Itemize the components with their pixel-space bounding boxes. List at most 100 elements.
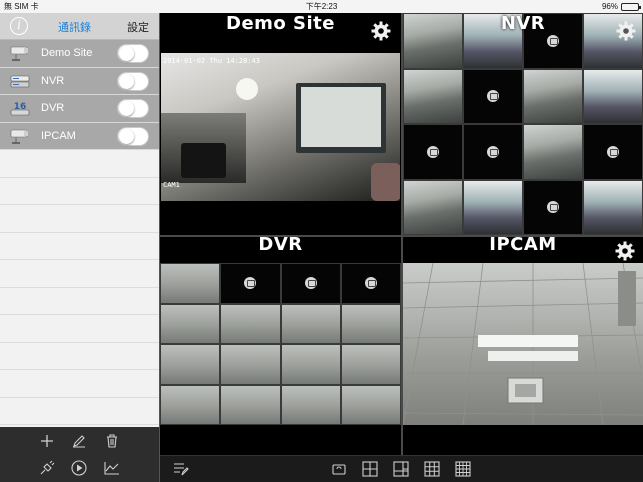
info-icon[interactable]: i [10,17,28,35]
battery-indicator: 96% [601,0,641,13]
empty-row [0,288,159,315]
device-toggle[interactable] [117,126,149,146]
camera-thumbnail[interactable] [340,384,401,425]
satellite-icon[interactable] [38,459,56,477]
camera-thumbnail[interactable] [220,303,281,344]
battery-percent: 96% [601,2,618,11]
no-video-icon [487,90,499,103]
layout-toolbar [160,455,643,482]
device-row-nvr[interactable]: NVR [0,67,159,95]
no-video-icon [244,277,257,290]
add-icon[interactable] [38,432,56,450]
tab-contacts[interactable]: 通訊錄 [58,19,91,35]
camera-thumbnail[interactable] [523,68,583,124]
dvr-16-icon: 16 [10,102,30,116]
camera-thumbnail[interactable] [463,179,523,235]
layout-4x4-icon[interactable] [454,460,472,478]
empty-row [0,315,159,343]
empty-row [0,260,159,288]
play-icon[interactable] [70,459,88,477]
device-row-demo-site[interactable]: Demo Site [0,40,159,68]
camera-thumbnail[interactable] [280,344,341,385]
device-toggle[interactable] [117,44,149,63]
trash-icon[interactable] [103,432,121,450]
status-bar: 無 SIM 卡 下午2:23 96% [0,0,643,13]
svg-text:16: 16 [14,102,27,112]
camera-thumbnail[interactable] [403,68,463,124]
no-video-icon [427,145,439,158]
device-label: Demo Site [41,47,93,59]
camera-icon [10,129,28,144]
layout-3x3-icon[interactable] [423,460,441,478]
device-toggle[interactable] [117,71,149,91]
device-row-dvr[interactable]: 16 DVR [0,95,159,123]
camera-thumbnail[interactable] [280,384,341,425]
camera-thumbnail[interactable] [280,303,341,344]
empty-row [0,370,159,398]
camera-feed-demo-site[interactable]: 2014-01-02 Thu 14:28:43 CAM1 [161,53,400,201]
empty-row [0,178,159,205]
no-video-icon [547,34,559,47]
camera-thumbnail[interactable] [220,384,281,425]
panel-title: Demo Site [226,13,335,34]
camera-thumbnail[interactable] [280,263,341,304]
empty-row [0,343,159,370]
device-toggle[interactable] [117,99,149,118]
camera-feed-ipcam[interactable] [403,263,643,425]
rotate-camera-icon[interactable] [330,460,348,478]
empty-row [0,233,159,260]
camera-thumbnail[interactable] [340,303,401,344]
empty-row [0,205,159,233]
layout-2x2-icon[interactable] [361,460,379,478]
camera-thumbnail[interactable] [340,344,401,385]
chart-icon[interactable] [103,459,121,477]
panel-demo-site[interactable]: Demo Site 2014-01-02 Thu 14:28:43 CAM1 [160,13,401,235]
edit-icon[interactable] [70,432,88,450]
panel-title: IPCAM [489,237,557,255]
panel-title: DVR [258,237,303,255]
camera-thumbnail[interactable] [583,68,643,124]
gear-icon[interactable] [614,240,636,262]
device-row-ipcam[interactable]: IPCAM [0,122,159,150]
device-label: IPCAM [41,129,76,142]
no-video-icon [607,145,619,158]
camera-thumbnail[interactable] [403,124,463,180]
camera-thumbnail[interactable] [583,179,643,235]
camera-thumbnail[interactable] [523,124,583,180]
camera-thumbnail[interactable] [463,124,523,180]
panel-ipcam[interactable]: IPCAM [403,237,643,455]
gear-icon[interactable] [615,20,637,42]
device-sidebar: i 通訊錄 設定 Demo Site NVR 16 DVR IPCAM [0,13,160,482]
camera-thumbnail[interactable] [403,179,463,235]
camera-thumbnail[interactable] [220,263,281,304]
camera-thumbnail[interactable] [523,179,583,235]
camera-thumbnail[interactable] [160,303,221,344]
list-edit-icon[interactable] [172,460,190,478]
panel-nvr[interactable]: NVR [403,13,643,235]
camera-grid: Demo Site 2014-01-02 Thu 14:28:43 CAM1 N… [160,13,643,455]
camera-thumbnail[interactable] [220,344,281,385]
battery-icon [621,2,641,11]
no-video-icon [364,277,377,290]
empty-row [0,398,159,425]
device-label: DVR [41,102,65,114]
nvr-icon [10,75,30,87]
clock: 下午2:23 [305,2,338,11]
device-label: NVR [41,74,65,87]
camera-thumbnail[interactable] [340,263,401,304]
gear-icon[interactable] [370,20,392,42]
panel-dvr[interactable]: DVR [160,237,401,455]
camera-thumbnail[interactable] [583,124,643,180]
camera-thumbnail[interactable] [160,384,221,425]
tab-settings[interactable]: 設定 [127,19,149,35]
camera-thumbnail[interactable] [160,344,221,385]
camera-thumbnail[interactable] [463,68,523,124]
sidebar-toolbar [0,427,159,482]
no-video-icon [304,277,317,290]
camera-icon [10,46,28,61]
panel-title: NVR [500,13,546,34]
layout-1plus3-icon[interactable] [392,460,410,478]
camera-label: CAM1 [163,181,180,189]
camera-thumbnail[interactable] [160,263,221,304]
no-video-icon [487,145,499,158]
